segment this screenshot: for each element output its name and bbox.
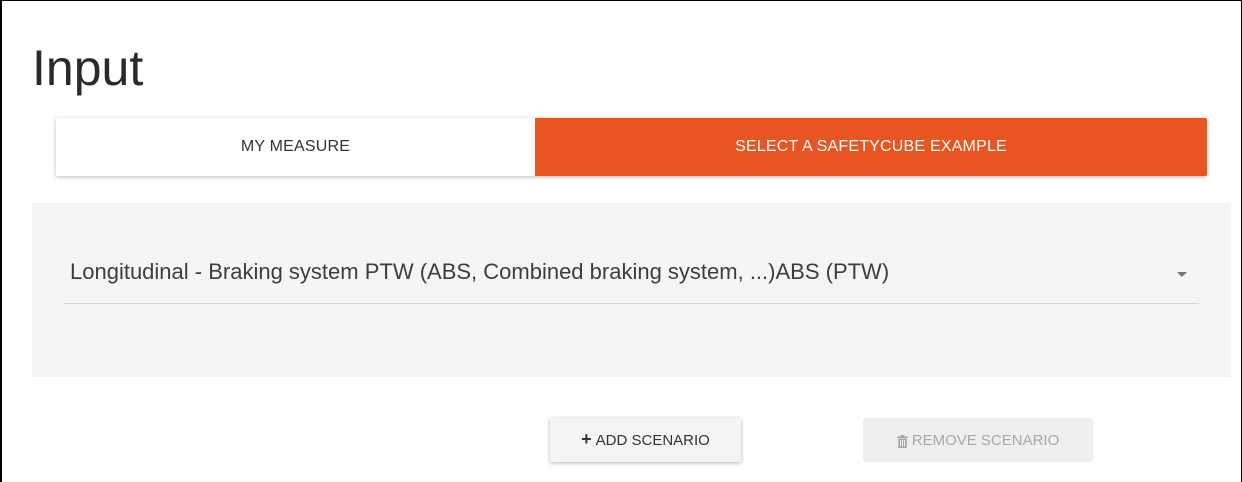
page-title: Input: [32, 40, 144, 96]
example-select-value: Longitudinal - Braking system PTW (ABS, …: [70, 259, 890, 284]
remove-scenario-label: REMOVE SCENARIO: [911, 431, 1060, 449]
add-scenario-label: ADD SCENARIO: [595, 431, 710, 449]
plus-icon: +: [581, 429, 592, 449]
add-scenario-button[interactable]: + ADD SCENARIO: [550, 418, 741, 462]
example-selection-panel: Longitudinal - Braking system PTW (ABS, …: [32, 203, 1231, 377]
tab-my-measure[interactable]: MY MEASURE: [56, 118, 535, 176]
tab-select-safetycube-example[interactable]: SELECT A SAFETYCUBE EXAMPLE: [535, 118, 1207, 176]
caret-down-icon: [1177, 272, 1187, 277]
trash-icon: [896, 434, 908, 448]
remove-scenario-button[interactable]: REMOVE SCENARIO: [863, 418, 1093, 462]
example-select[interactable]: Longitudinal - Braking system PTW (ABS, …: [64, 251, 1199, 304]
input-mode-tabs: MY MEASURE SELECT A SAFETYCUBE EXAMPLE: [56, 118, 1207, 176]
